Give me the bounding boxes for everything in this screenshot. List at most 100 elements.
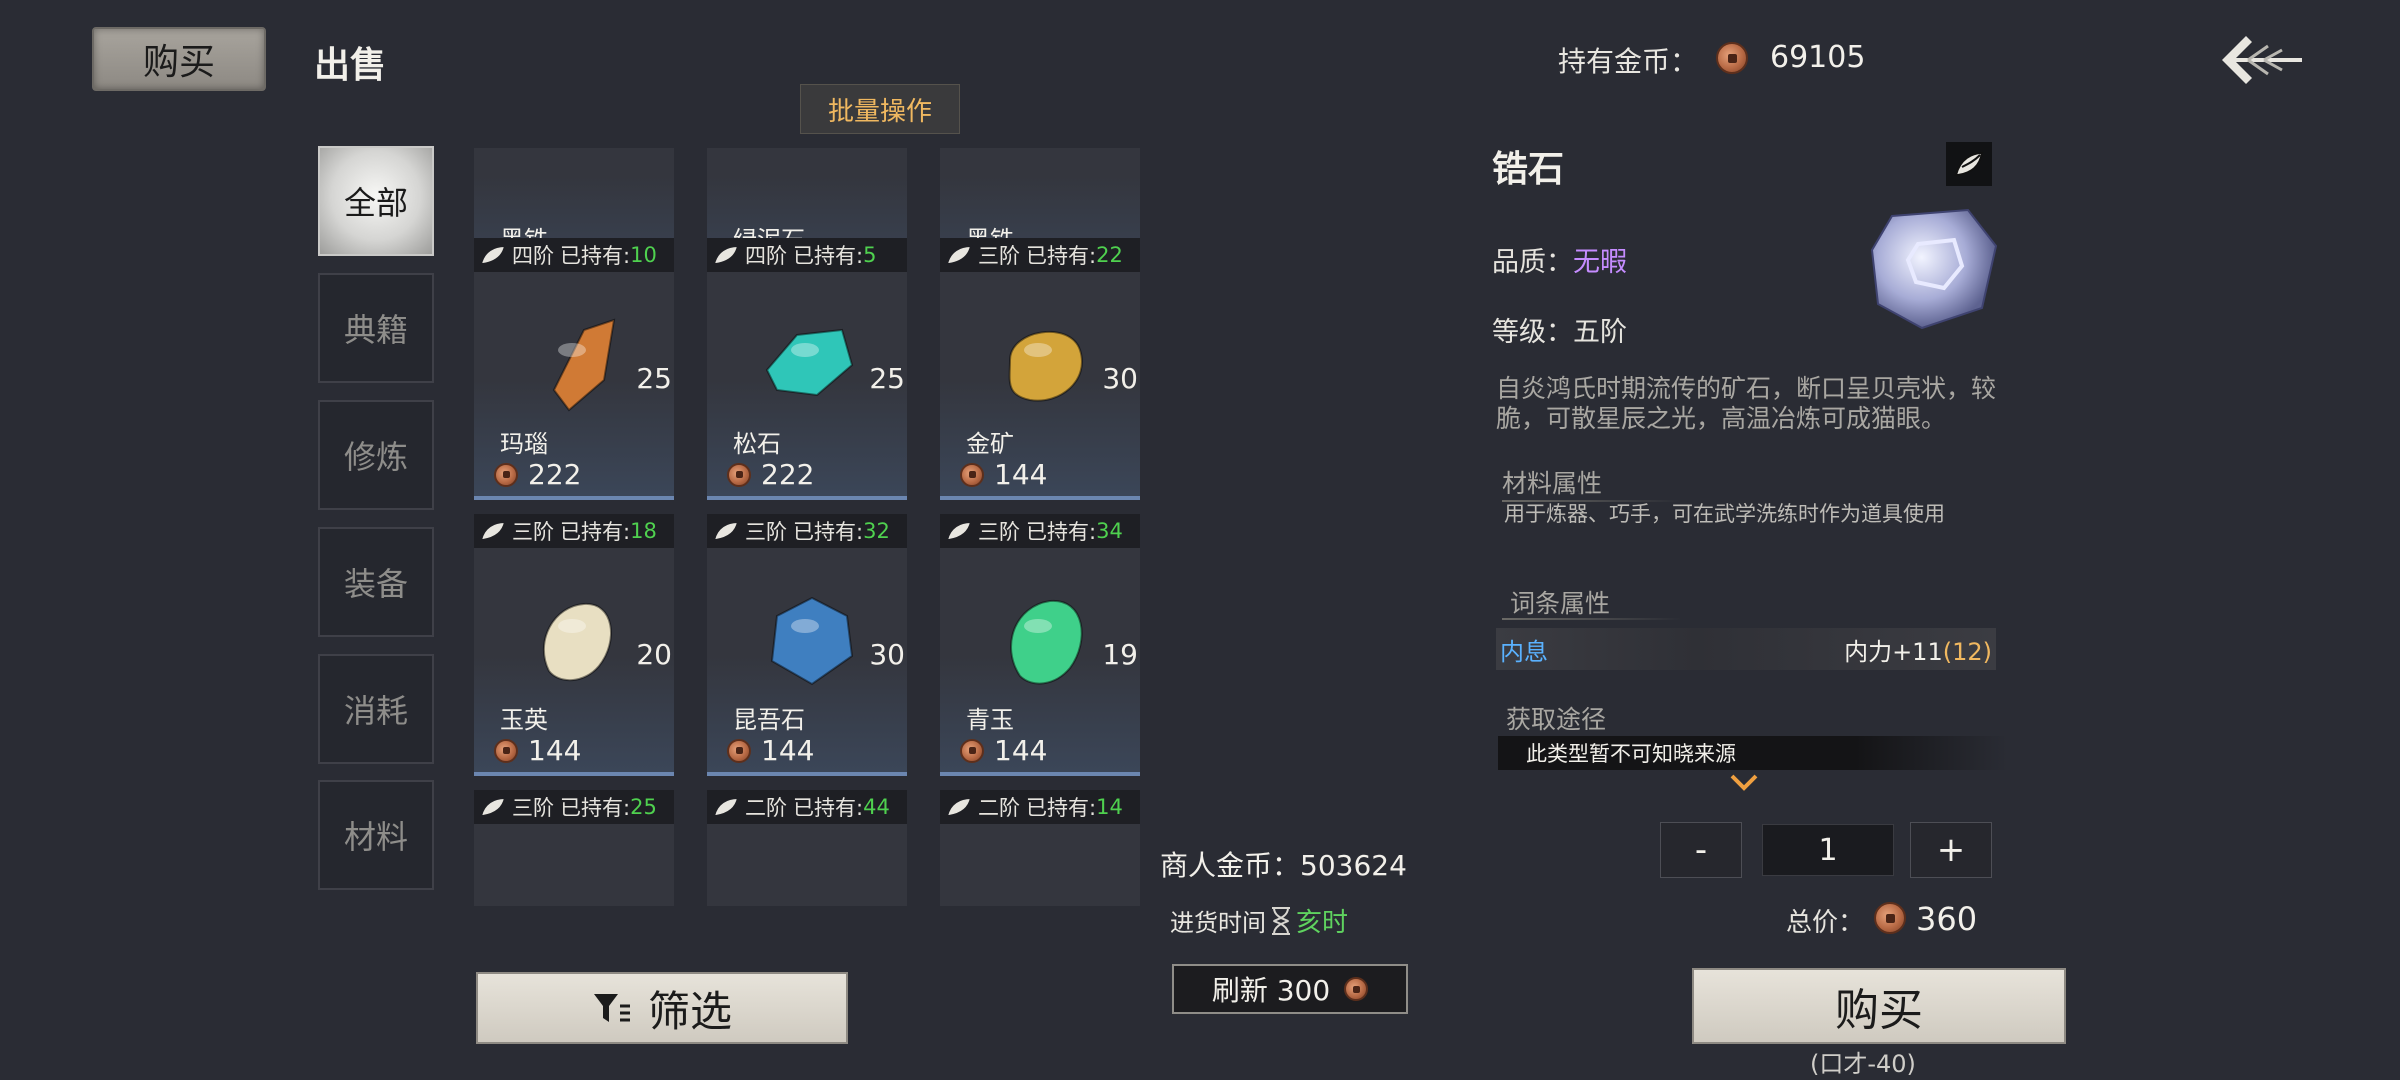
- quantity-field[interactable]: 1: [1762, 824, 1894, 876]
- owned-count: 10: [630, 243, 657, 267]
- owned-count: 22: [1096, 243, 1123, 267]
- owned-label: 已持有:: [1026, 244, 1097, 268]
- item-card[interactable]: 四阶 已持有: 5 25 松石 222: [707, 238, 907, 500]
- player-gold-label: 持有金币：: [1558, 45, 1699, 78]
- eloquence-note: (口才-40): [1810, 1050, 1916, 1078]
- material-leaf-icon: [945, 244, 973, 265]
- item-card[interactable]: 三阶 已持有: 18 20 玉英 144: [474, 514, 674, 776]
- category-tab-consumables[interactable]: 消耗: [318, 654, 434, 764]
- item-card[interactable]: 三阶 已持有: 32 30 昆吾石 144: [707, 514, 907, 776]
- refresh-label: 刷新 300: [1211, 974, 1331, 1007]
- merchant-gold-label: 商人金币：: [1160, 849, 1301, 882]
- filter-button[interactable]: 筛选: [476, 972, 848, 1044]
- material-leaf-icon: [712, 244, 740, 265]
- quality-label: 品质：: [1492, 247, 1573, 278]
- affix-name: 内息: [1500, 637, 1548, 666]
- source-row: 此类型暂不可知晓来源: [1498, 736, 2008, 770]
- item-name: 金矿: [966, 430, 1014, 458]
- coin-icon: [494, 462, 518, 487]
- item-card[interactable]: 三阶 已持有: 25: [474, 790, 674, 906]
- material-leaf-icon: [1946, 142, 1992, 186]
- material-leaf-icon: [479, 520, 507, 541]
- level-row: 等级：五阶: [1492, 310, 1627, 349]
- affix-row: 内息 内力+11(12): [1496, 628, 1996, 670]
- item-card[interactable]: 三阶 已持有: 22 30 金矿 144: [940, 238, 1140, 500]
- owned-count: 14: [1096, 795, 1123, 819]
- quality-row: 品质：无暇: [1492, 240, 1627, 279]
- owned-count: 44: [863, 795, 890, 819]
- owned-label: 已持有:: [560, 796, 631, 820]
- player-gold-value: 69105: [1770, 40, 1866, 75]
- divider: [1502, 618, 1682, 620]
- item-card[interactable]: 二阶 已持有: 44: [707, 790, 907, 906]
- chevron-down-icon[interactable]: [1730, 772, 1758, 794]
- item-tier: 三阶: [745, 520, 787, 544]
- restock-hour: 亥时: [1296, 908, 1349, 938]
- category-tab-all[interactable]: 全部: [318, 146, 434, 256]
- total-price-value: 360: [1916, 900, 1978, 938]
- item-tier: 二阶: [745, 796, 787, 820]
- coin-icon: [1344, 977, 1369, 1001]
- owned-count: 32: [863, 519, 890, 543]
- increase-quantity-button[interactable]: +: [1910, 822, 1992, 878]
- hourglass-icon: [1272, 906, 1290, 935]
- level-label: 等级：: [1492, 317, 1573, 348]
- item-price: 144: [761, 734, 815, 767]
- level-value: 五阶: [1573, 317, 1627, 348]
- coin-icon: [1874, 902, 1906, 934]
- batch-operation-button[interactable]: 批量操作: [800, 84, 960, 134]
- sell-tab[interactable]: 出售: [314, 36, 386, 88]
- back-arrow-icon: [2222, 36, 2302, 84]
- owned-count: 5: [863, 243, 877, 267]
- coin-icon: [960, 462, 984, 487]
- item-name: 玛瑙: [500, 430, 548, 458]
- material-leaf-icon: [945, 520, 973, 541]
- item-tier: 四阶: [512, 244, 554, 268]
- decrease-quantity-button[interactable]: -: [1660, 822, 1742, 878]
- item-card-header: 三阶 已持有: 34: [940, 514, 1140, 548]
- owned-label: 已持有:: [793, 520, 864, 544]
- item-name: 青玉: [966, 706, 1014, 734]
- item-tier: 三阶: [978, 520, 1020, 544]
- category-tab-materials[interactable]: 材料: [318, 780, 434, 890]
- category-tab-books[interactable]: 典籍: [318, 273, 434, 383]
- item-card-header: 三阶 已持有: 25: [474, 790, 674, 824]
- item-grid[interactable]: 黑铁 222 绿泥石 222 黑铁 222 四阶已持有:1025玛瑙222四阶已…: [474, 148, 1146, 906]
- item-quantity: 25: [636, 362, 672, 395]
- filter-label: 筛选: [647, 986, 732, 1036]
- item-price: 222: [528, 458, 582, 491]
- owned-label: 已持有:: [1026, 796, 1097, 820]
- buy-button[interactable]: 购买: [1692, 968, 2066, 1044]
- coin-icon: [494, 738, 518, 763]
- item-name: 玉英: [500, 706, 548, 734]
- detail-item-title: 锆石: [1492, 148, 1565, 190]
- item-card[interactable]: 三阶 已持有: 34 19 青玉 144: [940, 514, 1140, 776]
- coin-icon: [727, 738, 751, 763]
- category-tab-cultivation[interactable]: 修炼: [318, 400, 434, 510]
- owned-label: 已持有:: [793, 796, 864, 820]
- buy-tab[interactable]: 购买: [92, 27, 266, 91]
- material-leaf-icon: [479, 796, 507, 817]
- item-description: 自炎鸿氏时期流传的矿石，断口呈贝壳状，较脆，可散星辰之光，高温冶炼可成猫眼。: [1496, 374, 1997, 433]
- item-card-header: 二阶 已持有: 44: [707, 790, 907, 824]
- refresh-button[interactable]: 刷新 300: [1172, 964, 1408, 1014]
- item-card[interactable]: 二阶 已持有: 14: [940, 790, 1140, 906]
- item-card-header: 四阶 已持有: 5: [707, 238, 907, 272]
- item-name: 昆吾石: [733, 706, 805, 734]
- gold-ore-icon: [1008, 330, 1083, 402]
- green-jade-icon: [1010, 599, 1083, 685]
- turquoise-icon: [765, 328, 854, 397]
- back-button[interactable]: [2216, 28, 2306, 92]
- owned-count: 34: [1096, 519, 1123, 543]
- item-quantity: 25: [869, 362, 905, 395]
- owned-label: 已持有:: [560, 520, 631, 544]
- item-card-header: 二阶 已持有: 14: [940, 790, 1140, 824]
- coin-icon: [1716, 42, 1748, 74]
- category-tab-equipment[interactable]: 装备: [318, 527, 434, 637]
- item-price: 144: [994, 458, 1048, 491]
- item-card-header: 四阶 已持有: 10: [474, 238, 674, 272]
- item-card[interactable]: 四阶 已持有: 10 25 玛瑙 222: [474, 238, 674, 500]
- item-price: 144: [994, 734, 1048, 767]
- quality-value: 无暇: [1573, 247, 1627, 278]
- owned-count: 18: [630, 519, 657, 543]
